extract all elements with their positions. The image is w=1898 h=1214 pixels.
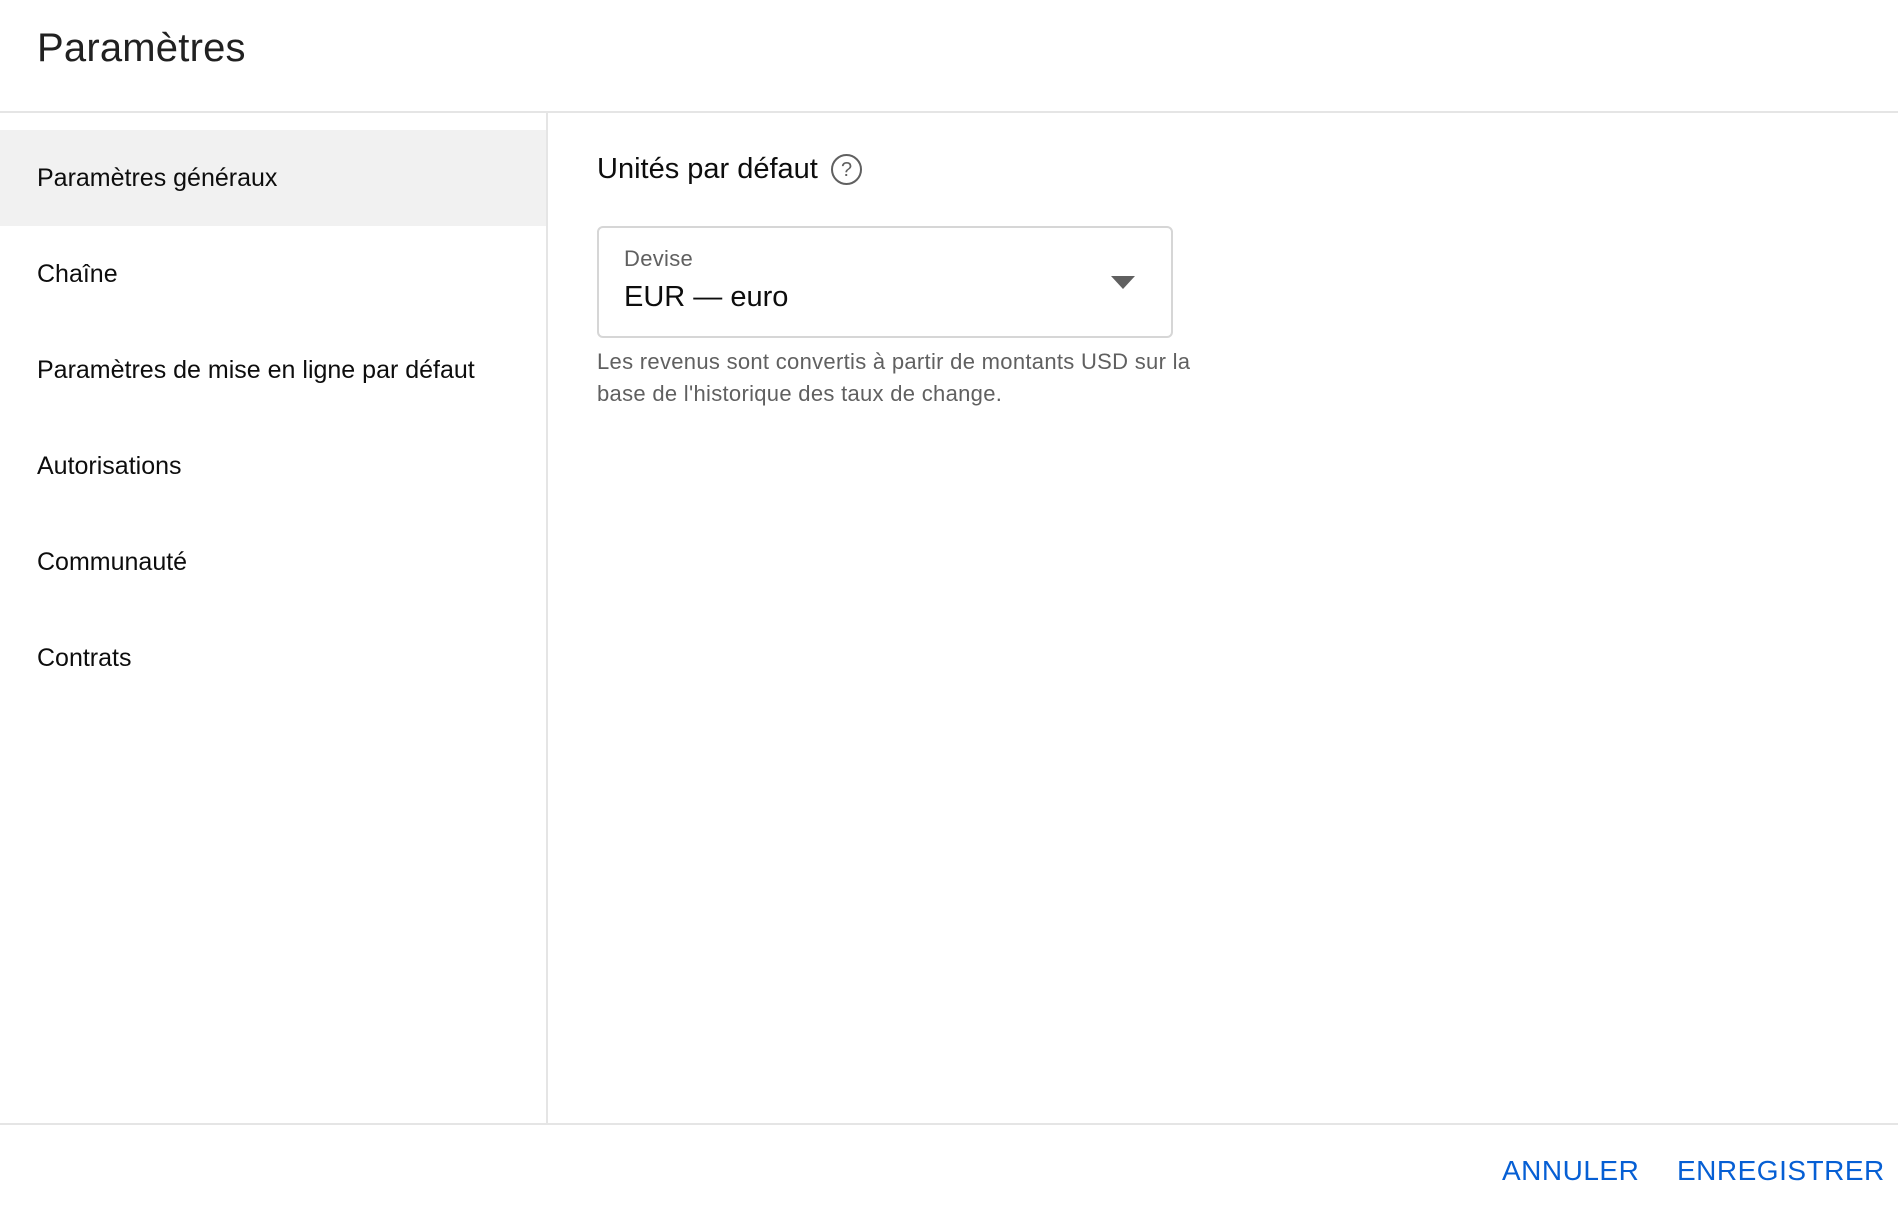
currency-helper-text: Les revenus sont convertis à partir de m… [597,349,1191,406]
sidebar-item-upload-defaults[interactable]: Paramètres de mise en ligne par défaut [0,322,546,418]
help-circle-icon[interactable]: ? [830,153,863,186]
currency-select[interactable]: Devise EUR — euro [597,226,1173,338]
dropdown-arrow-icon [1111,276,1135,289]
sidebar-item-permissions[interactable]: Autorisations [0,418,546,514]
sidebar-item-label: Communauté [37,547,188,576]
page-title: Paramètres [37,26,246,70]
currency-select-value: EUR — euro [624,281,789,313]
dialog-footer: ANNULER ENREGISTRER [0,1123,1898,1214]
sidebar-item-general[interactable]: Paramètres généraux [0,130,546,226]
sidebar-item-community[interactable]: Communauté [0,514,546,610]
dialog-header: Paramètres [0,0,1898,113]
section-header: Unités par défaut ? [597,153,863,186]
cancel-button[interactable]: ANNULER [1502,1155,1639,1187]
sidebar-item-label: Paramètres de mise en ligne par défaut [37,355,475,384]
sidebar-item-label: Contrats [37,643,132,672]
sidebar-item-label: Autorisations [37,451,182,480]
sidebar-item-label: Paramètres généraux [37,163,278,192]
svg-text:?: ? [841,159,852,181]
save-button[interactable]: ENREGISTRER [1677,1155,1885,1187]
sidebar-item-label: Chaîne [37,259,118,288]
section-title: Unités par défaut [597,153,818,185]
sidebar-item-agreements[interactable]: Contrats [0,610,546,706]
currency-select-label: Devise [624,246,694,271]
settings-dialog: Paramètres Paramètres généraux Chaîne Pa… [0,0,1898,1214]
sidebar-item-channel[interactable]: Chaîne [0,226,546,322]
settings-content: Unités par défaut ? Devise EUR — euro Le… [550,113,1898,1123]
settings-sidebar: Paramètres généraux Chaîne Paramètres de… [0,113,548,1123]
